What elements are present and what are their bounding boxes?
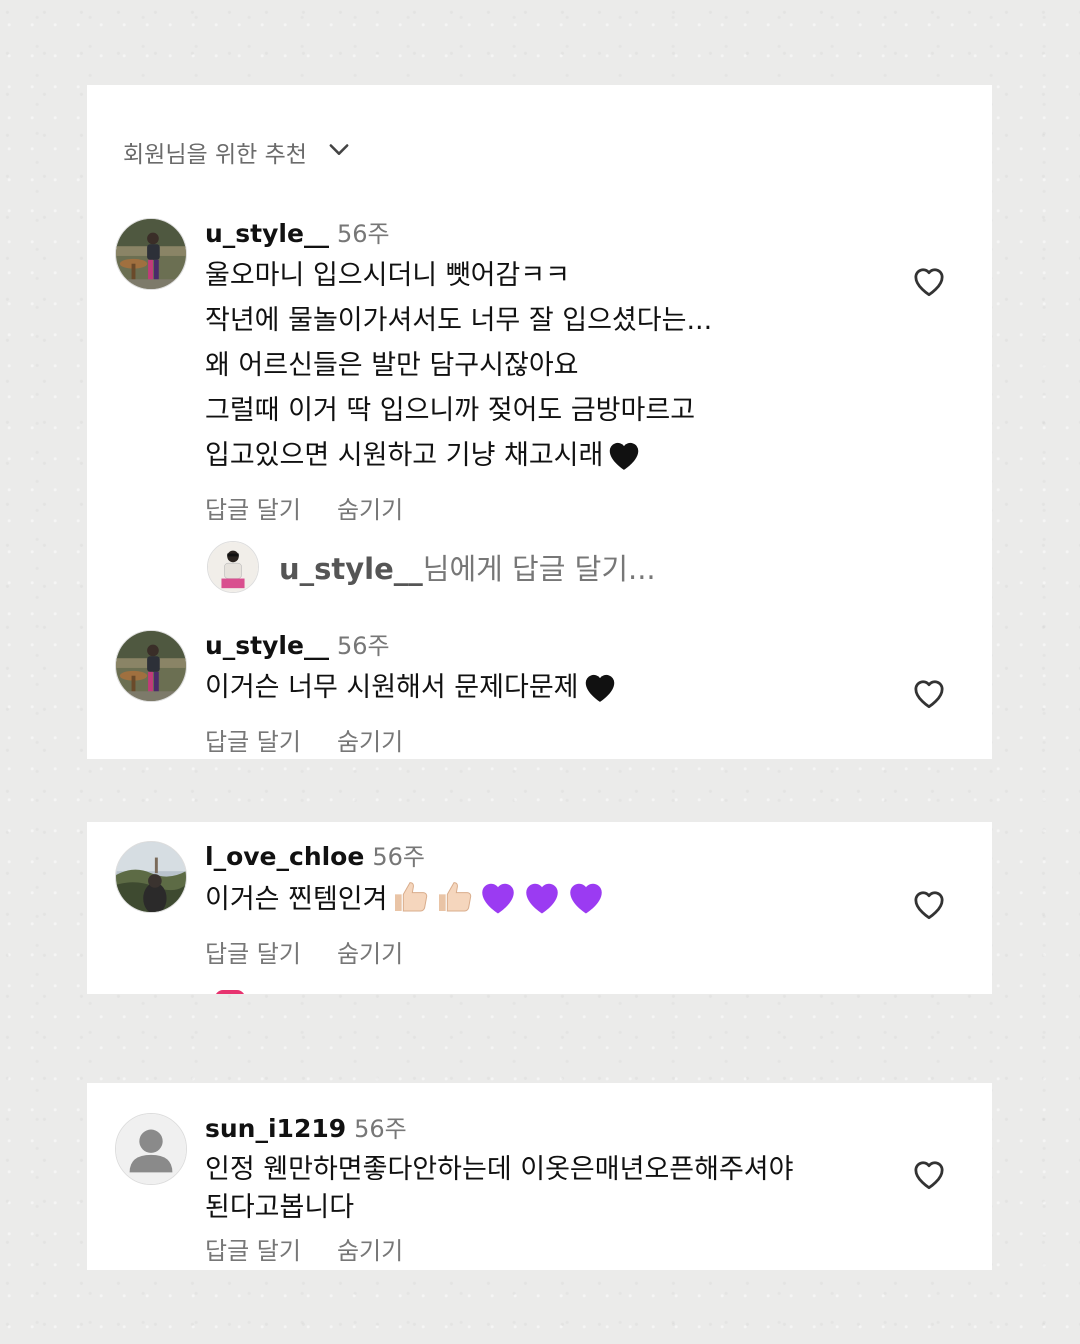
reply-button[interactable]: 답글 달기 <box>205 728 301 756</box>
comments-card: l_ove_chloe 56주 이거슨 찐템인겨 답글 달기 숨기기 <box>87 822 992 994</box>
black-heart-emoji <box>605 436 643 486</box>
black-heart-emoji <box>581 668 619 718</box>
comment-line: 이거슨 너무 시원해서 문제다문제 <box>205 672 579 703</box>
like-button[interactable] <box>910 1156 948 1190</box>
comment-line: 그럴때 이거 딱 입으니까 젖어도 금방마르고 <box>205 395 696 426</box>
comment-line: 된다고봅니다 <box>205 1192 355 1223</box>
comment-username[interactable]: u_style__ <box>205 631 329 660</box>
comment-actions: 답글 달기 숨기기 <box>205 488 872 532</box>
sort-label: 회원님을 위한 추천 <box>123 142 307 168</box>
heart-outline-icon <box>914 1161 944 1190</box>
avatar[interactable] <box>115 630 187 702</box>
like-button[interactable] <box>910 675 948 709</box>
reply-mention: u_style__ <box>279 552 423 586</box>
comment-line: 입고있으면 시원하고 기냥 채고시래 <box>205 440 604 471</box>
comment-username[interactable]: u_style__ <box>205 219 329 248</box>
hide-button[interactable]: 숨기기 <box>337 940 403 968</box>
thumbs-up-emoji <box>389 876 431 930</box>
hide-button[interactable]: 숨기기 <box>337 728 403 756</box>
comment-line: 왜 어르신들은 발만 담구시잖아요 <box>205 350 579 381</box>
comment-text: 이거슨 찐템인겨 <box>205 876 872 930</box>
avatar[interactable] <box>115 218 187 290</box>
comment-username[interactable]: sun_i1219 <box>205 1114 346 1143</box>
comment-line: 이거슨 찐템인겨 <box>205 884 388 915</box>
comments-card: sun_i1219 56주 인정 웬만하면좋다안하는데 이옷은매년오픈해주셔야 된… <box>87 1083 992 1270</box>
comments-card-recommended: 회원님을 위한 추천 u_style__ 56주 울오마니 입으시더니 뺏어감ㅋ… <box>87 85 992 759</box>
comment-text: 울오마니 입으시더니 뺏어감ㅋㅋ 작년에 물놀이가셔서도 너무 잘 입으셨다는.… <box>205 253 872 486</box>
comment-text: 이거슨 너무 시원해서 문제다문제 <box>205 665 872 718</box>
comment-time: 56주 <box>336 632 390 660</box>
comment-time: 56주 <box>336 220 390 248</box>
current-user-avatar <box>207 541 259 593</box>
reply-button[interactable]: 답글 달기 <box>205 1237 301 1265</box>
chevron-down-icon <box>325 135 353 169</box>
comment-line: 인정 웬만하면좋다안하는데 이옷은매년오픈해주셔야 <box>205 1154 794 1185</box>
heart-outline-icon <box>914 680 944 709</box>
comment-actions: 답글 달기 숨기기 <box>205 932 872 976</box>
purple-heart-emoji <box>521 876 563 930</box>
reply-input[interactable]: u_style__님에게 답글 달기... <box>207 541 656 593</box>
comment-time: 56주 <box>372 843 425 871</box>
comment-line: 작년에 물놀이가셔서도 너무 잘 입으셨다는... <box>205 305 713 336</box>
purple-heart-emoji <box>565 876 607 930</box>
comment-actions: 답글 달기 숨기기 <box>205 720 872 759</box>
person-silhouette-icon[interactable] <box>115 1113 187 1185</box>
like-button[interactable] <box>910 886 948 920</box>
hide-button[interactable]: 숨기기 <box>337 1237 403 1265</box>
purple-heart-emoji <box>477 876 519 930</box>
hide-button[interactable]: 숨기기 <box>337 496 403 524</box>
heart-outline-icon <box>914 891 944 920</box>
avatar[interactable] <box>115 841 187 913</box>
reply-button[interactable]: 답글 달기 <box>205 940 301 968</box>
comment-line: 울오마니 입으시더니 뺏어감ㅋㅋ <box>205 260 570 291</box>
reply-button[interactable]: 답글 달기 <box>205 496 301 524</box>
like-button[interactable] <box>910 263 948 297</box>
reply-placeholder: 님에게 답글 달기... <box>422 552 656 586</box>
comment-text: 인정 웬만하면좋다안하는데 이옷은매년오픈해주셔야 된다고봅니다 <box>205 1151 872 1227</box>
comment-time: 56주 <box>354 1115 407 1143</box>
recommended-sort-dropdown[interactable]: 회원님을 위한 추천 <box>123 135 353 169</box>
next-avatar-peek <box>215 990 245 994</box>
heart-outline-icon <box>914 268 944 297</box>
comment-actions: 답글 달기 숨기기 <box>205 1229 872 1270</box>
comment-username[interactable]: l_ove_chloe <box>205 842 364 871</box>
thumbs-up-emoji <box>433 876 475 930</box>
